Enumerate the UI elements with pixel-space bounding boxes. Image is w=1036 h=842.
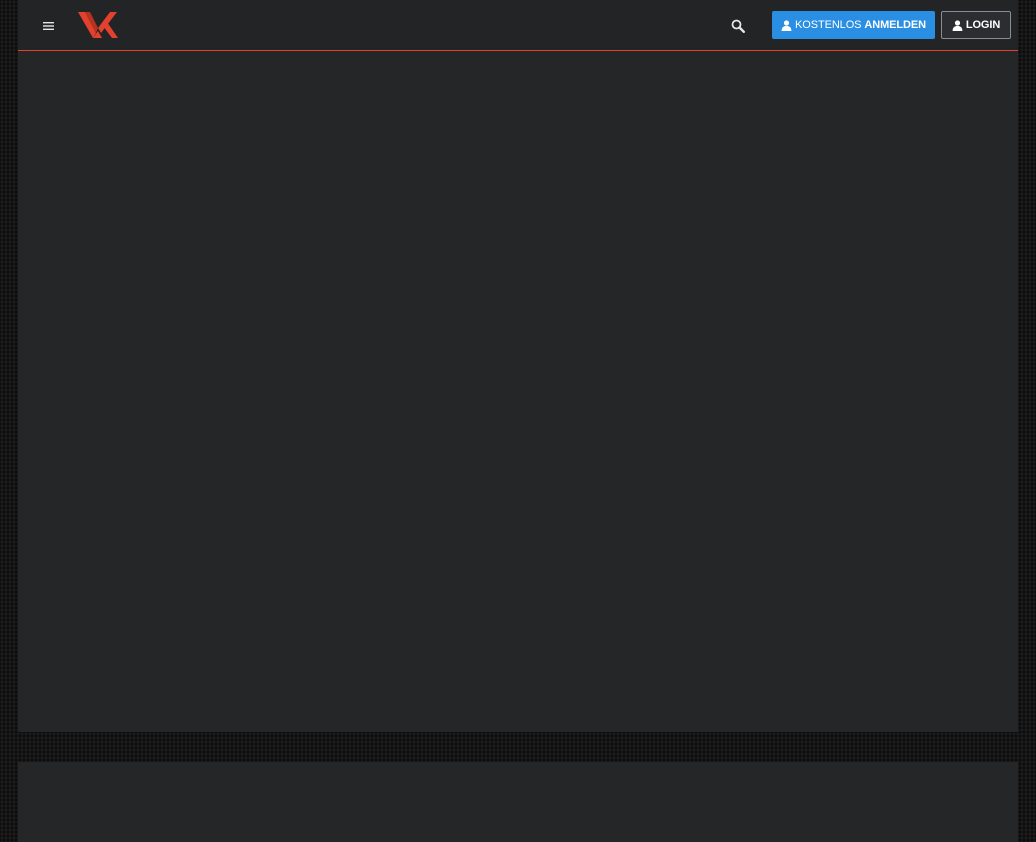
hamburger-menu-icon[interactable] — [38, 18, 58, 34]
signup-button[interactable]: KOSTENLOS ANMELDEN — [772, 11, 935, 39]
vx-logo-icon[interactable] — [76, 9, 120, 41]
search-icon[interactable] — [728, 16, 748, 36]
top-navbar: KOSTENLOS ANMELDEN LOGIN — [18, 0, 1018, 51]
signup-label-bold: ANMELDEN — [864, 19, 926, 31]
main-content-panel — [18, 51, 1018, 732]
signup-label-light: KOSTENLOS — [795, 19, 862, 31]
login-button[interactable]: LOGIN — [941, 11, 1011, 39]
secondary-content-panel — [18, 762, 1018, 842]
user-icon — [952, 19, 963, 31]
user-icon — [781, 19, 792, 31]
login-label: LOGIN — [965, 19, 1001, 31]
